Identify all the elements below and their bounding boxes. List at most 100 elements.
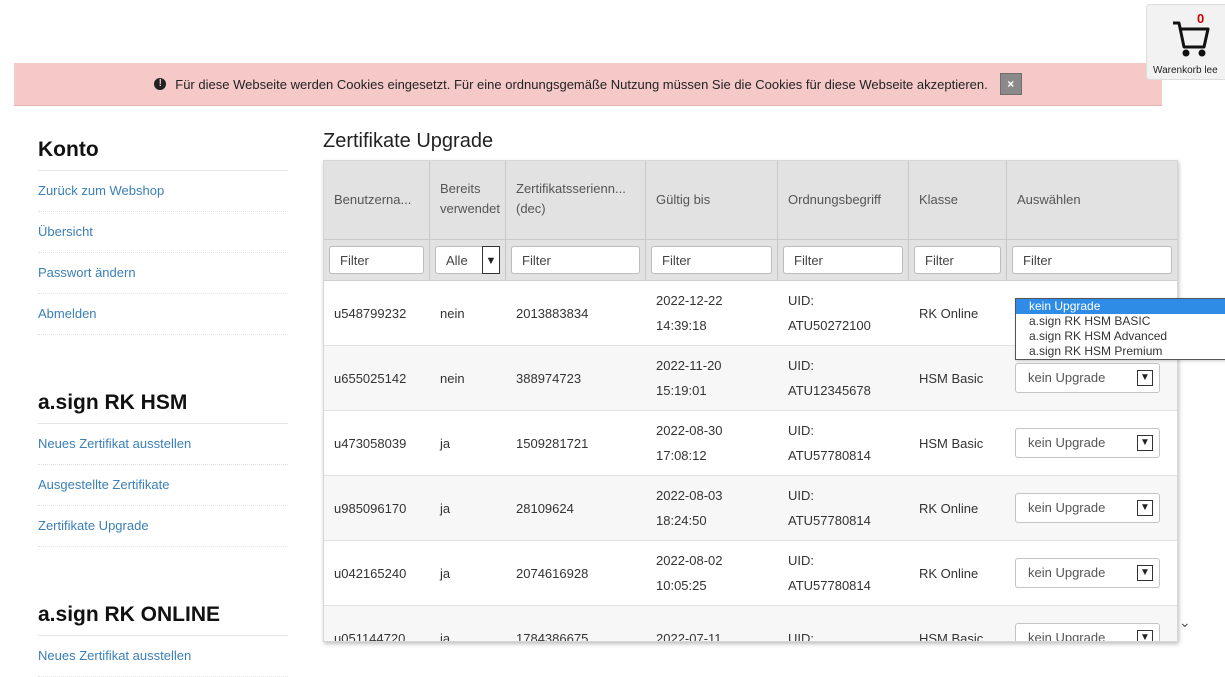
dropdown-option[interactable]: a.sign RK HSM Advanced bbox=[1016, 329, 1225, 344]
cell-used: ja bbox=[440, 630, 451, 642]
upgrade-select-value: kein Upgrade bbox=[1028, 630, 1106, 642]
upgrade-select[interactable]: kein Upgrade ▼ bbox=[1015, 558, 1160, 588]
upgrade-select[interactable]: kein Upgrade ▼ bbox=[1015, 623, 1160, 642]
info-icon: ! bbox=[154, 78, 167, 90]
sidebar-link-back-to-shop[interactable]: Zurück zum Webshop bbox=[38, 171, 288, 212]
cookie-banner: ! Für diese Webseite werden Cookies eing… bbox=[14, 63, 1162, 106]
sidebar: Konto Zurück zum Webshop Übersicht Passw… bbox=[38, 130, 288, 677]
filter-used-value: Alle bbox=[446, 253, 468, 268]
sidebar-link-overview[interactable]: Übersicht bbox=[38, 212, 288, 253]
cell-klasse: HSM Basic bbox=[919, 630, 984, 642]
column-header-ordnungsbegriff[interactable]: Ordnungsbegriff bbox=[778, 161, 909, 239]
filter-ordnungsbegriff-input[interactable]: Filter bbox=[783, 246, 903, 274]
cell-used: nein bbox=[440, 370, 465, 386]
dropdown-option[interactable]: a.sign RK HSM Premium bbox=[1016, 344, 1225, 359]
column-header-user[interactable]: Benutzerna... bbox=[324, 161, 430, 239]
dropdown-option[interactable]: kein Upgrade bbox=[1016, 299, 1225, 314]
table-header: Benutzerna... Bereits verwendet Zertifik… bbox=[324, 161, 1177, 240]
sidebar-link-hsm-issued-certs[interactable]: Ausgestellte Zertifikate bbox=[38, 465, 288, 506]
cell-used: ja bbox=[440, 500, 451, 516]
filter-user-input[interactable]: Filter bbox=[329, 246, 424, 274]
upgrade-select[interactable]: kein Upgrade ▼ bbox=[1015, 428, 1160, 458]
cell-serial: 388974723 bbox=[516, 370, 582, 386]
cell-klasse: RK Online bbox=[919, 500, 979, 516]
chevron-down-icon: ▼ bbox=[1137, 630, 1153, 641]
cell-used: ja bbox=[440, 435, 451, 451]
cell-valid-until: 2022-08-02 10:05:25 bbox=[656, 553, 723, 593]
chevron-down-icon: ▼ bbox=[1137, 370, 1153, 386]
sidebar-title-konto: Konto bbox=[38, 130, 288, 171]
cell-user: u473058039 bbox=[334, 435, 407, 451]
cell-used: nein bbox=[440, 305, 465, 321]
column-header-valid-until[interactable]: Gültig bis bbox=[646, 161, 778, 239]
sidebar-link-logout[interactable]: Abmelden bbox=[38, 294, 288, 335]
column-header-select[interactable]: Auswählen bbox=[1007, 161, 1177, 239]
cell-klasse: HSM Basic bbox=[919, 370, 984, 386]
chevron-down-icon: ▼ bbox=[1137, 500, 1153, 516]
upgrade-select-value: kein Upgrade bbox=[1028, 500, 1106, 515]
upgrade-select[interactable]: kein Upgrade ▼ bbox=[1015, 363, 1160, 393]
cell-valid-until: 2022-08-30 17:08:12 bbox=[656, 423, 723, 463]
cell-serial: 1509281721 bbox=[516, 435, 589, 451]
cell-klasse: HSM Basic bbox=[919, 435, 984, 451]
chevron-down-icon: ▼ bbox=[1137, 565, 1153, 581]
filter-valid-input[interactable]: Filter bbox=[651, 246, 772, 274]
cart-widget[interactable]: 0 Warenkorb lee bbox=[1146, 4, 1225, 80]
filter-used-select[interactable]: Alle ▼ bbox=[435, 246, 500, 274]
cell-user: u548799232 bbox=[334, 305, 407, 321]
upgrade-dropdown-list[interactable]: kein Upgrade a.sign RK HSM BASIC a.sign RK… bbox=[1015, 298, 1225, 360]
filter-select-input[interactable]: Filter bbox=[1012, 246, 1172, 274]
cell-valid-until: 2022-11-20 15:19:01 bbox=[656, 358, 722, 398]
column-header-klasse[interactable]: Klasse bbox=[909, 161, 1007, 239]
cell-used: ja bbox=[440, 565, 451, 581]
sidebar-title-hsm: a.sign RK HSM bbox=[38, 383, 288, 424]
cart-count: 0 bbox=[1197, 11, 1205, 26]
dropdown-option[interactable]: a.sign RK HSM BASIC bbox=[1016, 314, 1225, 329]
table-row: u042165240 ja 2074616928 2022-08-02 10:05:25… bbox=[324, 541, 1177, 606]
certificate-table: Benutzerna... Bereits verwendet Zertifik… bbox=[323, 160, 1178, 642]
cell-ordnungsbegriff: UID: ATU57780814 bbox=[788, 488, 871, 528]
sidebar-link-change-password[interactable]: Passwort ändern bbox=[38, 253, 288, 294]
filter-serial-input[interactable]: Filter bbox=[511, 246, 640, 274]
cell-select: kein Upgrade ▼ bbox=[1007, 606, 1177, 642]
cell-ordnungsbegriff: UID: ATU50272100 bbox=[788, 293, 871, 333]
shopping-cart-icon bbox=[1173, 21, 1210, 57]
sidebar-title-online: a.sign RK ONLINE bbox=[38, 595, 288, 636]
cell-select: kein Upgrade ▼ bbox=[1007, 411, 1177, 475]
page-title: Zertifikate Upgrade bbox=[323, 130, 494, 152]
cell-ordnungsbegriff: UID: bbox=[788, 630, 814, 642]
table-row: u985096170 ja 28109624 2022-08-03 18:24:50 UI… bbox=[324, 476, 1177, 541]
cell-valid-until: 2022-08-03 18:24:50 bbox=[656, 488, 723, 528]
filter-row: Filter Alle ▼ Filter Filter Filter Filter… bbox=[324, 240, 1177, 281]
column-header-used[interactable]: Bereits verwendet bbox=[430, 161, 506, 239]
upgrade-select-value: kein Upgrade bbox=[1028, 435, 1106, 450]
sidebar-link-hsm-cert-upgrade[interactable]: Zertifikate Upgrade bbox=[38, 506, 288, 547]
filter-klasse-input[interactable]: Filter bbox=[914, 246, 1001, 274]
cell-ordnungsbegriff: UID: ATU12345678 bbox=[788, 358, 871, 398]
cell-user: u655025142 bbox=[334, 370, 407, 386]
cell-user: u051144720 bbox=[334, 630, 406, 642]
sidebar-link-online-new-cert[interactable]: Neues Zertifikat ausstellen bbox=[38, 636, 288, 677]
cell-ordnungsbegriff: UID: ATU57780814 bbox=[788, 553, 871, 593]
table-row: u051144720 ja 1784386675 2022-07-11 UID: HSM … bbox=[324, 606, 1177, 642]
cell-serial: 1784386675 bbox=[516, 630, 589, 642]
cell-serial: 28109624 bbox=[516, 500, 574, 516]
cell-select: kein Upgrade ▼ bbox=[1007, 476, 1177, 540]
cell-klasse: RK Online bbox=[919, 305, 979, 321]
table-row: u473058039 ja 1509281721 2022-08-30 17:08:12… bbox=[324, 411, 1177, 476]
scroll-down-icon[interactable]: ⌄ bbox=[1179, 614, 1191, 631]
cell-ordnungsbegriff: UID: ATU57780814 bbox=[788, 423, 871, 463]
upgrade-select[interactable]: kein Upgrade ▼ bbox=[1015, 493, 1160, 523]
sidebar-link-hsm-new-cert[interactable]: Neues Zertifikat ausstellen bbox=[38, 424, 288, 465]
cookie-close-button[interactable]: × bbox=[999, 73, 1022, 95]
upgrade-select-value: kein Upgrade bbox=[1028, 370, 1106, 385]
chevron-down-icon: ▼ bbox=[1137, 435, 1153, 451]
cell-select: kein Upgrade ▼ bbox=[1007, 541, 1177, 605]
cart-label: Warenkorb lee bbox=[1153, 65, 1218, 76]
cell-serial: 2074616928 bbox=[516, 565, 589, 581]
cell-user: u985096170 bbox=[334, 500, 407, 516]
cell-serial: 2013883834 bbox=[516, 305, 589, 321]
upgrade-select-value: kein Upgrade bbox=[1028, 565, 1106, 580]
column-header-serial[interactable]: Zertifikatsserienn... (dec) bbox=[506, 161, 646, 239]
cell-klasse: RK Online bbox=[919, 565, 979, 581]
